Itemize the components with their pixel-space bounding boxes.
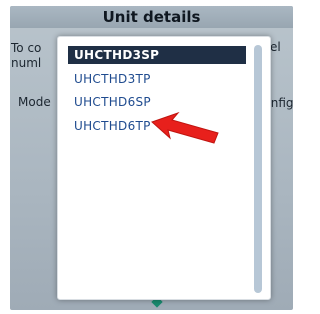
list-scrollbar[interactable]	[254, 45, 262, 293]
red-arrow-icon	[151, 111, 219, 144]
model-option-uhcthd3sp[interactable]: UHCTHD3SP	[68, 46, 246, 64]
background-text: Mode	[18, 95, 51, 109]
background-text: numl	[11, 56, 42, 70]
device-screen: Unit details To co numl Mode odel Config…	[10, 6, 293, 310]
model-option-uhcthd6sp[interactable]: UHCTHD6SP	[68, 93, 246, 111]
model-option-uhcthd3tp[interactable]: UHCTHD3TP	[68, 70, 246, 88]
model-dropdown-list: UHCTHD3SP UHCTHD3TP UHCTHD6SP UHCTHD6TP	[57, 36, 271, 300]
background-text: To co	[11, 41, 42, 55]
title-bar: Unit details	[10, 6, 293, 28]
